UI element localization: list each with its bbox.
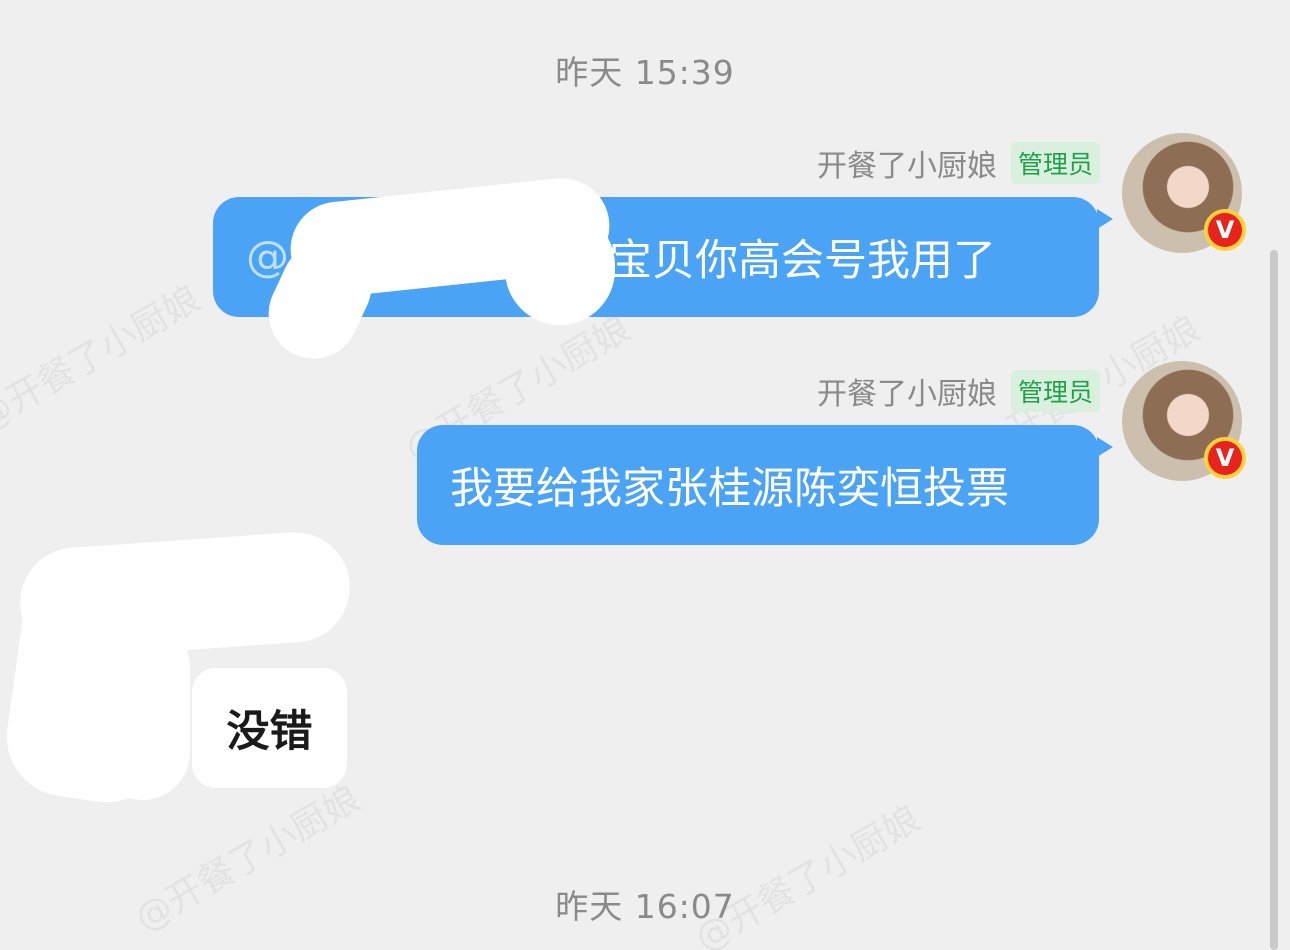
- avatar[interactable]: V: [1122, 361, 1246, 481]
- timestamp: 昨天 15:39: [555, 53, 735, 92]
- watermark: @开餐了小厨娘: [0, 278, 208, 440]
- vip-badge-icon: V: [1204, 437, 1246, 479]
- incoming-message-bubble[interactable]: 没错: [192, 668, 347, 788]
- redaction-scribble: [505, 210, 615, 325]
- sender-row: 开餐了小厨娘 管理员: [817, 369, 1100, 413]
- redaction-scribble: [95, 620, 190, 800]
- sender-row: 开餐了小厨娘 管理员: [817, 141, 1100, 185]
- message-text: 没错: [226, 707, 313, 757]
- message-text: 我要给我家张桂源陈奕恒投票: [450, 464, 1009, 514]
- scrollbar[interactable]: [1270, 250, 1278, 950]
- timestamp: 昨天 16:07: [555, 887, 735, 926]
- outgoing-message-bubble[interactable]: 我要给我家张桂源陈奕恒投票: [417, 425, 1113, 545]
- chat-area[interactable]: @开餐了小厨娘 @开餐了小厨娘 @开餐了小厨娘 @开餐了小厨娘 @开餐了小厨娘 …: [0, 0, 1290, 950]
- admin-badge: 管理员: [1010, 142, 1100, 184]
- sender-name[interactable]: 开餐了小厨娘: [817, 369, 997, 413]
- vip-badge-icon: V: [1204, 209, 1246, 251]
- message-text: 宝贝你高会号我用了: [609, 236, 996, 286]
- admin-badge: 管理员: [1010, 370, 1100, 412]
- avatar[interactable]: V: [1122, 133, 1246, 253]
- sender-name[interactable]: 开餐了小厨娘: [817, 141, 997, 185]
